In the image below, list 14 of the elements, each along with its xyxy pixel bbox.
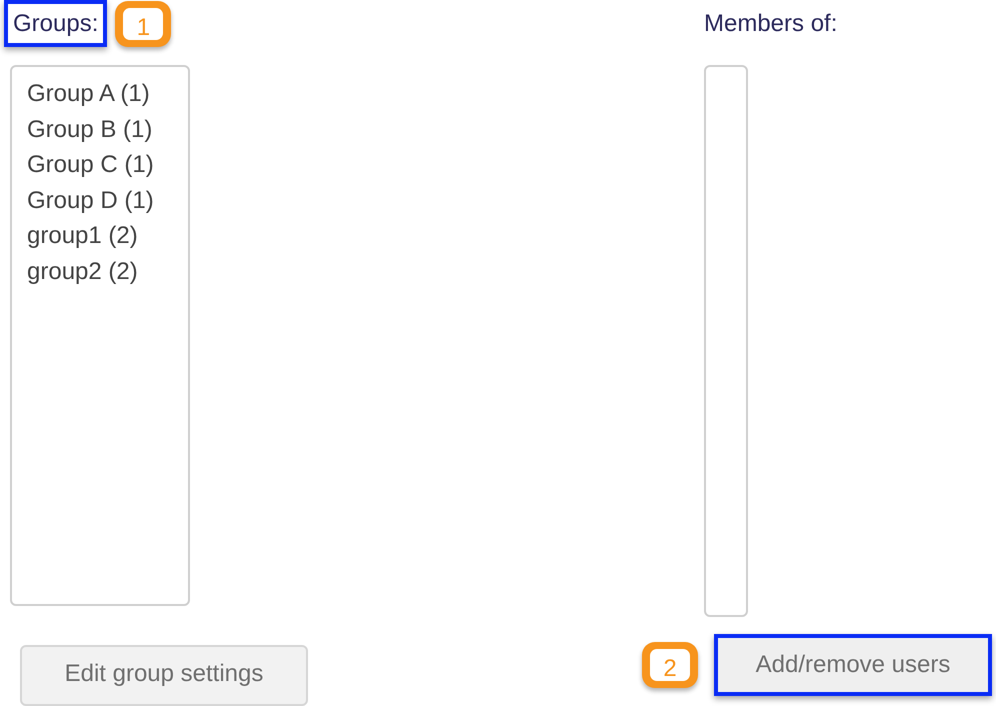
groups-listbox[interactable]: Group A (1) Group B (1) Group C (1) Group D (1) group1 (2) group2 (2) [10, 65, 190, 606]
add-remove-users-button[interactable]: Add/remove users [714, 634, 992, 696]
edit-group-settings-button[interactable]: Edit group settings [20, 644, 308, 706]
group-option[interactable]: Group D (1) [12, 182, 188, 218]
members-label: Members of: [704, 8, 838, 38]
group-option[interactable]: Group B (1) [12, 112, 188, 147]
group-option[interactable]: group1 (2) [12, 218, 188, 254]
group-option[interactable]: Group A (1) [12, 76, 188, 112]
callout-badge: 1 [115, 0, 172, 46]
group-option[interactable]: Group C (1) [12, 147, 188, 182]
groups-label: Groups: [4, 0, 108, 47]
members-listbox[interactable] [704, 65, 748, 617]
callout-badge: 2 [642, 642, 698, 688]
group-option[interactable]: group2 (2) [12, 254, 188, 289]
